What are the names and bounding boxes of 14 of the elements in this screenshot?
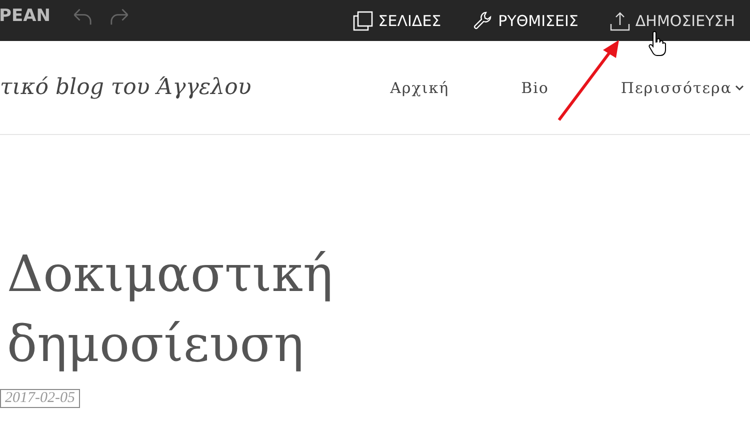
nav-link[interactable]: Περισσότερα: [620, 78, 744, 96]
post-date: 2017-02-05: [0, 389, 80, 408]
hand-cursor-icon: [648, 31, 666, 57]
brand-label: PEAN: [0, 6, 50, 26]
publish-button[interactable]: ΔΗΜΟΣΙΕΥΣΗ: [610, 10, 735, 30]
blog-title[interactable]: τικό blog του Άγγελου: [0, 75, 252, 100]
wrench-icon: [473, 10, 494, 30]
settings-button[interactable]: ΡΥΘΜΙΣΕΙΣ: [473, 10, 578, 30]
upload-icon: [610, 10, 630, 30]
nav-link[interactable]: Αρχική: [390, 78, 450, 96]
pages-button[interactable]: ΣΕΛΙΔΕΣ: [353, 10, 442, 30]
nav-link[interactable]: Bio: [521, 78, 549, 96]
pages-icon: [353, 10, 374, 30]
post-title: Δοκιμαστική δημοσίευση: [7, 244, 334, 375]
